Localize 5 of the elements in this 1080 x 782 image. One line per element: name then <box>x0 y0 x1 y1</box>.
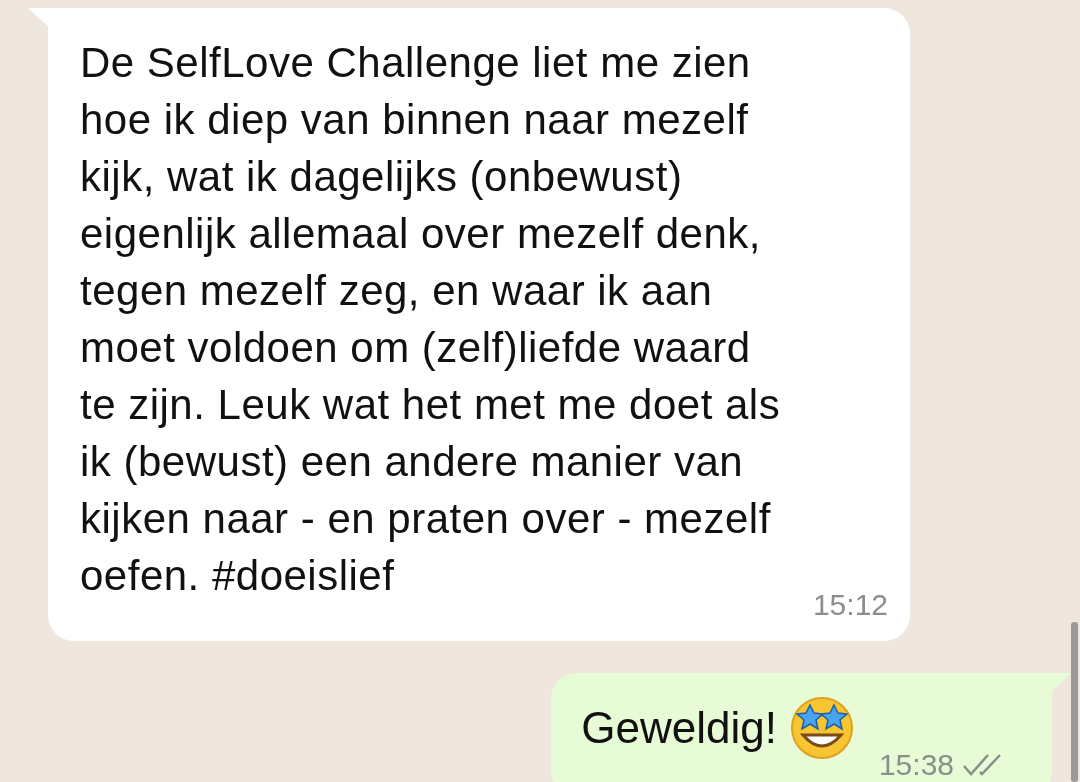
scroll-bar[interactable] <box>1071 622 1078 782</box>
message-time: 15:38 <box>878 747 954 782</box>
message-text: Geweldig! <box>581 702 777 754</box>
message-text: De SelfLove Challenge liet me zien hoe ik diep van binnen naar mezelf kijk, wat ik dagelijks (onbewust) eigenlijk allemaal over mezelf denk, tegen mezelf zeg, en waar ik aan moet voldoen om (zelf)liefde waard te zijn. Leuk wat het met me doet als ik (bewust) een andere manier van kijken naar - en praten over - mezelf oefen. #doeislief <box>80 38 782 601</box>
message-time: 15:12 <box>812 588 888 621</box>
